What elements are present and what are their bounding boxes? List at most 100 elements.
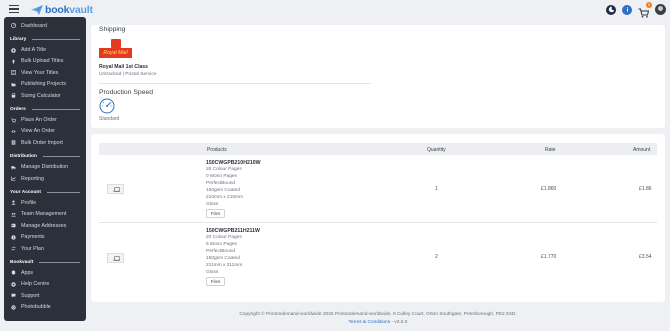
card-icon [11, 234, 16, 240]
footer-copyright: Copyright © Printondemand-worldwide 2025… [239, 312, 517, 317]
files-button[interactable]: Files [206, 277, 225, 286]
header-quantity: Quantity [427, 146, 446, 153]
terms-link[interactable]: Terms & Conditions [349, 320, 391, 325]
quantity-value: 2 [435, 254, 438, 260]
product-spec: Gloss [206, 202, 219, 207]
eye-icon [11, 130, 16, 133]
logo-text: bookvault [45, 3, 93, 16]
cart-icon [11, 118, 16, 123]
sidebar-item-support[interactable]: Support [4, 290, 86, 301]
sidebar-item-payments[interactable]: Payments [4, 231, 86, 242]
shipping-panel: Shipping Royal Mail Royal Mail 1st Class… [91, 25, 665, 128]
product-spec: 0 Mono Pages [206, 174, 237, 179]
sidebar-item-bulk-upload-titles[interactable]: Bulk Upload Titles [4, 56, 86, 67]
sidebar-item-label: Photobubble [21, 304, 51, 311]
photo-icon [11, 304, 16, 310]
sidebar-item-add-a-title[interactable]: Add A Title [4, 44, 86, 55]
product-spec: 26 Colour Pages [206, 167, 242, 172]
dashboard-icon [11, 23, 16, 29]
royal-mail-logo[interactable]: Royal Mail [99, 39, 132, 59]
header-amount: Amount [633, 146, 651, 153]
sidebar-item-label: Help Centre [21, 281, 50, 288]
crown-icon [111, 39, 121, 48]
sidebar-item-label: Apps [21, 269, 34, 276]
sidebar-item-label: Profile [21, 199, 37, 206]
chart-icon [11, 176, 16, 181]
logo[interactable]: bookvault [30, 3, 93, 16]
product-spec: 210mm x 210mm [206, 195, 244, 200]
shipping-title: Shipping [99, 26, 126, 33]
header-products: Products [207, 146, 227, 153]
divider [99, 83, 371, 84]
sidebar-item-label: View An Order [21, 128, 56, 135]
files-button[interactable]: Files [206, 209, 225, 218]
user-icon [11, 200, 16, 206]
plus-circle-icon [11, 47, 16, 53]
product-spec: 150gsm Coated [206, 188, 240, 193]
menu-icon[interactable] [9, 5, 19, 14]
table-row: IMAGE 150CWGPB211H211W 20 Colour Pages 6… [99, 223, 657, 291]
product-thumbnail: IMAGE [107, 184, 124, 194]
plan-icon [11, 246, 16, 251]
footer-links: Terms & Conditions - v3.5.0 [91, 320, 665, 325]
sidebar: Dashboard Library Add A Title Bulk Uploa… [4, 17, 86, 321]
sidebar-item-photobubble[interactable]: Photobubble [4, 301, 86, 312]
sidebar-item-label: Add A Title [21, 47, 47, 54]
product-spec: 150gsm Coated [206, 256, 240, 261]
truck-icon [11, 165, 16, 170]
product-spec: PerfectBound [206, 249, 236, 254]
moon-icon[interactable] [606, 4, 616, 15]
production-speed-label: Standard [99, 116, 120, 122]
rate-value: £1.770 [541, 254, 557, 260]
sidebar-item-label: Bulk Order Import [21, 139, 63, 146]
sidebar-item-place-an-order[interactable]: Place An Order [4, 114, 86, 125]
product-spec: PerfectBound [206, 181, 236, 186]
product-spec: 20 Colour Pages [206, 235, 242, 240]
sidebar-item-label: Reporting [21, 175, 44, 182]
sidebar-item-manage-distribution[interactable]: Manage Distribution [4, 162, 86, 173]
sidebar-item-your-plan[interactable]: Your Plan [4, 243, 86, 254]
product-spec: Gloss [206, 270, 219, 275]
amount-value: £1.86 [639, 186, 652, 192]
sidebar-item-help-centre[interactable]: Help Centre [4, 279, 86, 290]
speedometer-icon[interactable] [99, 98, 115, 114]
royal-mail-logo-text: Royal Mail [99, 48, 132, 58]
top-bar: bookvault 0 [0, 0, 670, 20]
team-icon [11, 212, 16, 217]
rate-value: £1.860 [541, 186, 557, 192]
sidebar-heading-orders: Orders [4, 104, 86, 114]
sidebar-heading-your-account: Your Account [4, 187, 86, 197]
sidebar-item-label: Your Plan [21, 245, 44, 252]
apps-icon [11, 270, 16, 276]
sidebar-item-apps[interactable]: Apps [4, 267, 86, 278]
address-icon [11, 224, 16, 228]
shipping-method-name: Royal Mail 1st Class [99, 64, 148, 70]
sidebar-item-label: Support [21, 292, 40, 299]
sidebar-item-sizing-calculator[interactable]: Sizing Calculator [4, 90, 86, 101]
sidebar-item-label: Publishing Projects [21, 81, 67, 88]
sidebar-item-team-management[interactable]: Team Management [4, 209, 86, 220]
sidebar-item-view-an-order[interactable]: View An Order [4, 126, 86, 137]
upload-icon [11, 59, 16, 64]
sidebar-item-dashboard[interactable]: Dashboard [4, 20, 86, 31]
sidebar-item-manage-addresses[interactable]: Manage Addresses [4, 220, 86, 231]
sidebar-item-label: Manage Distribution [21, 164, 69, 171]
import-icon [11, 140, 16, 145]
sidebar-item-publishing-projects[interactable]: Publishing Projects [4, 79, 86, 90]
sidebar-item-view-your-titles[interactable]: View Your Titles [4, 67, 86, 78]
help-icon [11, 282, 16, 287]
version-text: - v3.5.0 [390, 320, 408, 325]
header-rate: Rate [545, 146, 556, 153]
info-icon[interactable] [622, 4, 632, 15]
sidebar-heading-bookvault: Bookvault [4, 257, 86, 267]
sidebar-item-bulk-order-import[interactable]: Bulk Order Import [4, 137, 86, 148]
table-row: IMAGE 150CWGPB210H210W 26 Colour Pages 0… [99, 155, 657, 223]
cart-icon[interactable]: 0 [638, 1, 652, 18]
list-icon [11, 70, 16, 76]
avatar[interactable] [655, 4, 666, 15]
sidebar-item-label: Place An Order [21, 117, 57, 124]
sidebar-item-reporting[interactable]: Reporting [4, 173, 86, 184]
cart-count-badge: 0 [646, 1, 652, 8]
sidebar-item-profile[interactable]: Profile [4, 197, 86, 208]
sidebar-item-label: Team Management [21, 211, 67, 218]
